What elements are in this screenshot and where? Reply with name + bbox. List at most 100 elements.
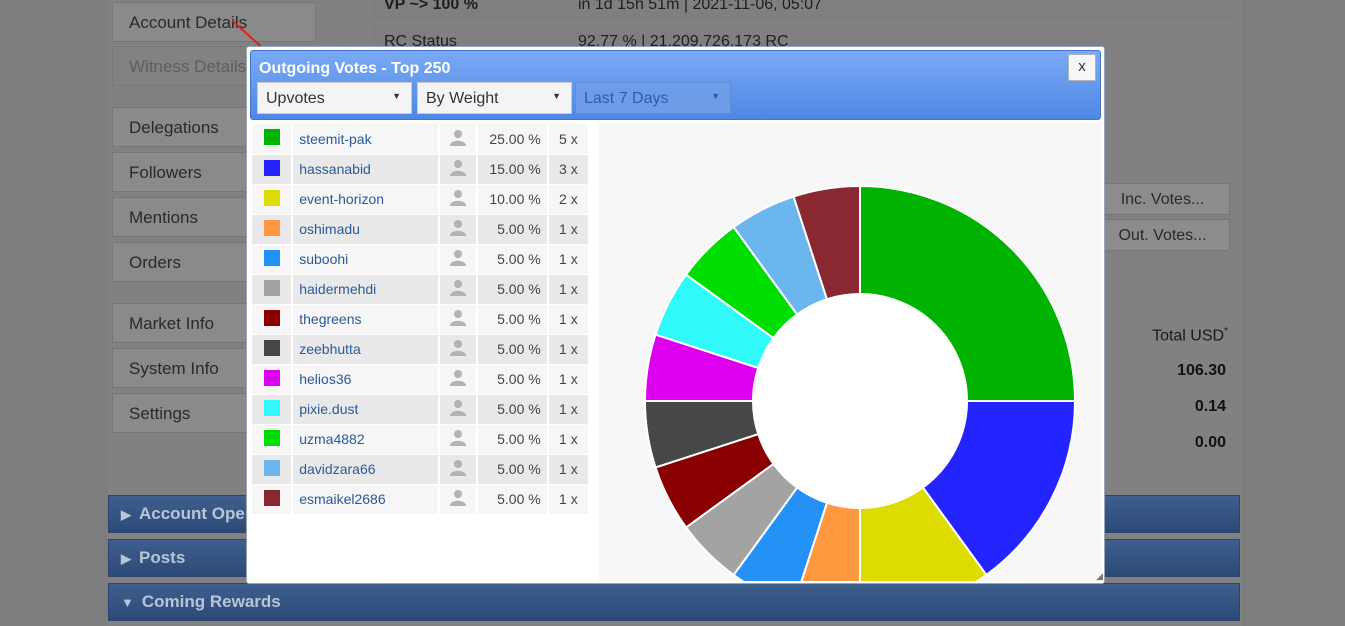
vote-count: 3 x [547,154,588,185]
sort-value: By Weight [426,90,499,107]
section-label: Coming Rewards [141,592,281,611]
user-icon [450,280,467,296]
vote-percent: 5.00 % [477,334,549,365]
color-swatch-cell [252,424,294,455]
vote-percent: 25.00 % [477,124,549,155]
outgoing-votes-dialog: Outgoing Votes - Top 250 x Upvotes ▼ By … [246,46,1105,618]
voter-link[interactable]: haidermehdi [292,274,441,305]
user-icon-cell[interactable] [439,124,479,155]
vp-value: in 1d 15h 51m | 2021-11-06, 05:07 [578,0,823,13]
voter-link[interactable]: helios36 [292,364,441,395]
total-usd-header: Total USD* [1100,326,1228,345]
voter-link[interactable]: pixie.dust [292,394,441,425]
sidebar-label: Witness Details [129,57,247,76]
voter-link[interactable]: hassanabid [292,154,441,185]
voter-link[interactable]: uzma4882 [292,424,441,455]
table-row: esmaikel2686 5.00 % 1 x [252,484,588,515]
vote-percent: 5.00 % [477,274,549,305]
user-icon-cell[interactable] [439,244,479,275]
vote-count: 1 x [547,454,588,485]
user-icon [450,490,467,506]
table-row: hassanabid 15.00 % 3 x [252,154,588,185]
vote-count: 1 x [547,484,588,515]
vote-percent: 5.00 % [477,364,549,395]
user-icon-cell[interactable] [439,154,479,185]
table-row: haidermehdi 5.00 % 1 x [252,274,588,305]
color-swatch [263,489,280,506]
sidebar-label: System Info [129,359,219,378]
vote-percent: 5.00 % [477,484,549,515]
color-swatch [263,129,280,146]
user-icon [450,160,467,176]
color-swatch [263,219,280,236]
sidebar-label: Market Info [129,314,215,333]
user-icon-cell[interactable] [439,214,479,245]
user-icon-cell[interactable] [439,454,479,485]
votes-table: steemit-pak 25.00 % 5 x hassanabid 15.00 % 3 … [252,124,588,515]
triangle-down-icon: ▼ [121,595,134,610]
voter-link[interactable]: steemit-pak [292,124,441,155]
color-swatch-cell [252,274,294,305]
inc-votes-label: Inc. Votes... [1120,191,1205,208]
vote-count: 1 x [547,244,588,275]
voter-link[interactable]: esmaikel2686 [292,484,441,515]
user-icon [450,430,467,446]
voter-link[interactable]: thegreens [292,304,441,335]
dropdown-arrow-icon: ▼ [711,91,720,101]
user-icon-cell[interactable] [439,334,479,365]
period-value: Last 7 Days [584,90,669,107]
voter-link[interactable]: davidzara66 [292,454,441,485]
user-icon-cell[interactable] [439,364,479,395]
vote-count: 1 x [547,334,588,365]
user-icon [450,340,467,356]
user-icon-cell[interactable] [439,484,479,515]
vote-count: 1 x [547,274,588,305]
user-icon-cell[interactable] [439,184,479,215]
vp-row: VP ~> 100 % in 1d 15h 51m | 2021-11-06, … [372,0,1232,20]
color-swatch-cell [252,484,294,515]
table-row: davidzara66 5.00 % 1 x [252,454,588,485]
inc-votes-button[interactable]: Inc. Votes... [1095,183,1230,215]
color-swatch [263,369,280,386]
user-icon-cell[interactable] [439,424,479,455]
triangle-icon: ▶ [121,507,131,522]
dropdown-arrow-icon: ▼ [392,91,401,101]
user-icon-cell[interactable] [439,304,479,335]
resize-grip-icon[interactable]: ◢ [1096,571,1103,582]
color-swatch [263,429,280,446]
sidebar-label: Settings [129,404,191,423]
user-icon-cell[interactable] [439,274,479,305]
user-icon [450,310,467,326]
table-row: steemit-pak 25.00 % 5 x [252,124,588,155]
votes-donut-chart [643,184,1077,618]
vote-percent: 5.00 % [477,244,549,275]
user-icon [450,129,467,146]
table-row: thegreens 5.00 % 1 x [252,304,588,335]
dialog-header: Outgoing Votes - Top 250 x Upvotes ▼ By … [250,50,1101,120]
sort-select[interactable]: By Weight ▼ [417,82,572,114]
period-select[interactable]: Last 7 Days ▼ [575,82,731,114]
sidebar-label: Account Details [129,13,248,32]
dropdown-arrow-icon: ▼ [552,91,561,101]
color-swatch [263,459,280,476]
color-swatch [263,249,280,266]
user-icon-cell[interactable] [439,394,479,425]
section-coming-rewards[interactable]: ▼ Coming Rewards [108,583,1240,621]
vote-count: 1 x [547,214,588,245]
voter-link[interactable]: oshimadu [292,214,441,245]
vote-percent: 5.00 % [477,214,549,245]
sidebar-label: Delegations [129,118,219,137]
color-swatch-cell [252,394,294,425]
color-swatch-cell [252,154,294,185]
close-button[interactable]: x [1068,54,1096,81]
dialog-title: Outgoing Votes - Top 250 [259,60,451,77]
voter-link[interactable]: event-horizon [292,184,441,215]
vote-type-select[interactable]: Upvotes ▼ [257,82,412,114]
voter-link[interactable]: zeebhutta [292,334,441,365]
color-swatch-cell [252,304,294,335]
sidebar-item-account-details[interactable]: Account Details [112,2,316,42]
color-swatch-cell [252,214,294,245]
user-icon [450,370,467,386]
out-votes-button[interactable]: Out. Votes... [1095,219,1230,251]
voter-link[interactable]: suboohi [292,244,441,275]
